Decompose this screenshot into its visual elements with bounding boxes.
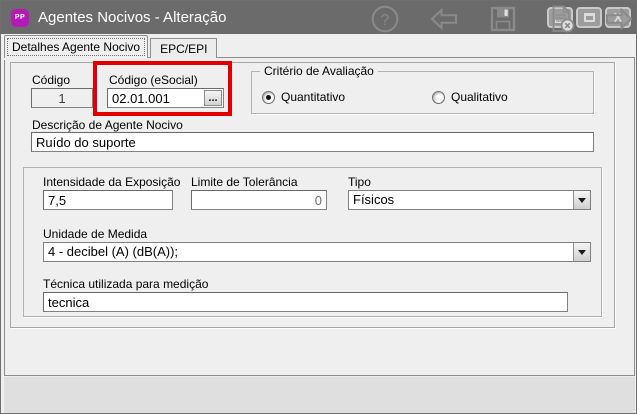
tipo-selected-value: Físicos xyxy=(349,191,573,209)
unidade-dropdown-button[interactable] xyxy=(573,243,590,261)
descricao-label: Descrição de Agente Nocivo xyxy=(32,118,183,132)
tab-detalhes-agente-nocivo[interactable]: Detalhes Agente Nocivo xyxy=(4,35,148,58)
tipo-label: Tipo xyxy=(348,175,371,189)
previous-icon[interactable] xyxy=(429,4,459,34)
bottom-toolbar xyxy=(4,377,635,413)
descricao-input[interactable] xyxy=(31,132,594,152)
chevron-down-icon xyxy=(578,250,586,255)
intensidade-input[interactable] xyxy=(43,190,173,210)
radio-qualitativo[interactable]: Qualitativo xyxy=(432,90,508,104)
app-icon: PP xyxy=(11,9,29,27)
svg-text:?: ? xyxy=(381,12,390,29)
tab-strip: Detalhes Agente Nocivo EPC/EPI xyxy=(4,35,217,58)
tecnica-label: Técnica utilizada para medição xyxy=(43,277,208,291)
radio-selected-icon xyxy=(262,91,275,104)
titlebar[interactable]: PP Agentes Nocivos - Alteração X xyxy=(1,1,636,34)
intensidade-label: Intensidade da Exposição xyxy=(43,175,180,189)
browse-button[interactable]: ... xyxy=(204,90,222,106)
codigo-label: Código xyxy=(32,73,70,87)
delete-record-icon[interactable] xyxy=(546,4,576,34)
maximize-icon xyxy=(584,13,595,22)
chevron-down-icon xyxy=(578,198,586,203)
radio-label: Qualitativo xyxy=(451,90,508,104)
radio-label: Quantitativo xyxy=(281,90,345,104)
tab-label: EPC/EPI xyxy=(160,42,207,56)
maximize-button[interactable] xyxy=(576,7,602,28)
unidade-select[interactable]: 4 - decibel (A) (dB(A)); xyxy=(43,242,591,262)
codigo-esocial-label: Código (eSocial) xyxy=(109,73,198,87)
tecnica-input[interactable] xyxy=(43,292,568,312)
limite-label: Limite de Tolerância xyxy=(191,175,298,189)
save-icon[interactable] xyxy=(488,4,518,34)
help-icon[interactable]: ? xyxy=(370,4,400,34)
radio-quantitativo[interactable]: Quantitativo xyxy=(262,90,345,104)
codigo-input[interactable] xyxy=(31,88,93,108)
ellipsis-icon: ... xyxy=(208,92,217,104)
window-title: Agentes Nocivos - Alteração xyxy=(38,9,226,26)
tipo-dropdown-button[interactable] xyxy=(573,191,590,209)
tab-epc-epi[interactable]: EPC/EPI xyxy=(150,38,217,58)
unidade-label: Unidade de Medida xyxy=(43,227,147,241)
tipo-select[interactable]: Físicos xyxy=(348,190,591,210)
unidade-selected-value: 4 - decibel (A) (dB(A)); xyxy=(44,243,573,261)
next-icon[interactable] xyxy=(604,4,634,34)
tab-label: Detalhes Agente Nocivo xyxy=(12,40,140,54)
dialog-window: PP Agentes Nocivos - Alteração X Detalhe… xyxy=(0,0,637,414)
limite-input[interactable] xyxy=(191,190,327,210)
radio-unselected-icon xyxy=(432,91,445,104)
criterio-legend: Critério de Avaliação xyxy=(260,64,378,78)
